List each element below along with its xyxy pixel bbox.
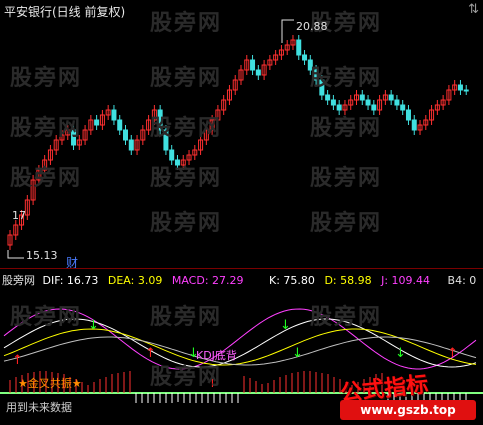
candle-body — [325, 94, 331, 101]
buy-arrow-icon: ↑ — [12, 353, 23, 368]
candle-body — [359, 94, 365, 101]
watermark: 股旁网 — [310, 305, 383, 330]
sell-arrow-icon: ↓ — [292, 346, 303, 361]
watermark: 股旁网 — [150, 166, 223, 191]
candle-body — [169, 149, 175, 161]
high-price-label: 20.88 — [296, 20, 328, 33]
candle-body — [457, 84, 463, 91]
candle-body — [123, 129, 128, 141]
watermark: 股旁网 — [310, 66, 383, 91]
candle-body — [255, 69, 261, 76]
candle-body — [128, 139, 134, 151]
candle-body — [411, 119, 417, 131]
price-marker-label: 17 — [12, 209, 26, 222]
watermark: 股旁网 — [150, 365, 223, 390]
golden-cross-label: ★金叉共振★ — [18, 377, 82, 390]
watermark: 股旁网 — [150, 305, 223, 330]
low-price-pointer — [7, 250, 24, 259]
url-badge: www.gszb.top — [340, 400, 476, 420]
candle-body — [94, 119, 100, 126]
dea-value: DEA: 3.09 — [107, 274, 163, 287]
price-chart-panel[interactable]: 股旁网 股旁网 股旁网 股旁网 股旁网 股旁网 股旁网 股旁网 股旁网 股旁网 … — [0, 0, 483, 270]
candle-body — [400, 104, 406, 111]
candle-body — [250, 59, 256, 71]
kdj-divergence-label: KDJ底背 — [196, 349, 237, 362]
buy-arrow-icon: ↑ — [447, 346, 458, 361]
watermark: 股旁网 — [150, 211, 223, 236]
candle-body — [117, 119, 123, 131]
sell-arrow-icon: ↓ — [395, 346, 406, 361]
b4-value: B4: 0 — [447, 274, 477, 287]
watermark: 股旁网 — [310, 166, 383, 191]
indicator-legend: 股旁网 DIF: 16.73 DEA: 3.09 MACD: 27.29 K: … — [2, 272, 476, 288]
candle-body — [365, 99, 371, 106]
candle-body — [302, 54, 308, 61]
watermark: 股旁网 — [10, 66, 83, 91]
candle-body — [330, 99, 336, 106]
scroll-arrow-icon[interactable]: ⇅ — [468, 2, 479, 17]
watermark: 股旁网 — [10, 305, 83, 330]
candle-body — [388, 94, 394, 101]
indicator-panel[interactable]: ↑ ↓ ↑ ↓ ↑ ↓ ↓ ↓ ↑ 股旁网 股旁网 股旁网 股旁网 股旁网 DIF: 16.73… — [0, 268, 483, 425]
indicator-name: 股旁网 — [2, 274, 35, 287]
dif-value: DIF: 16.73 — [42, 274, 99, 287]
watermark: 股旁网 — [150, 11, 223, 36]
d-value: D: 58.98 — [324, 274, 372, 287]
watermark: 股旁网 — [10, 116, 83, 141]
macd-value: MACD: 27.29 — [171, 274, 244, 287]
candle-body — [463, 89, 469, 92]
watermark: 股旁网 — [150, 116, 223, 141]
future-data-note: 用到未来数据 — [6, 401, 72, 414]
golden-cross-text: 金叉共振 — [27, 377, 72, 390]
watermark: 股旁网 — [10, 166, 83, 191]
k-value: K: 75.80 — [269, 274, 315, 287]
watermark: 股旁网 — [310, 116, 383, 141]
candle-body — [394, 99, 400, 106]
low-price-label: 15.13 — [26, 249, 58, 262]
sell-arrow-icon: ↓ — [280, 318, 291, 333]
candle-body — [405, 109, 411, 121]
candle-body — [296, 39, 302, 56]
sell-arrow-icon: ↓ — [88, 318, 99, 333]
chart-title: 平安银行(日线 前复权) — [4, 5, 126, 19]
candle-body — [111, 109, 117, 121]
watermark: 股旁网 — [150, 66, 223, 91]
watermark: 股旁网 — [310, 211, 383, 236]
j-value: J: 109.44 — [381, 274, 431, 287]
